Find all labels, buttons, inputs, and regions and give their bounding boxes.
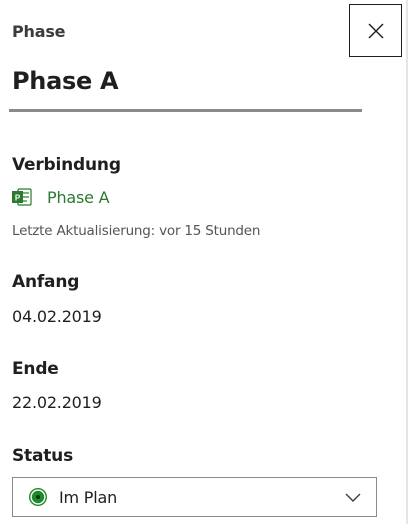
ms-project-icon: P: [12, 188, 32, 206]
status-label: Status: [12, 446, 73, 466]
pane-header-label: Phase: [12, 22, 66, 41]
connection-link[interactable]: P Phase A: [12, 186, 110, 208]
start-label: Anfang: [12, 272, 80, 292]
connection-label: Verbindung: [12, 155, 121, 175]
status-selected-value: Im Plan: [59, 487, 118, 507]
close-icon: [368, 23, 383, 38]
status-on-track-icon: [29, 488, 47, 506]
end-label: Ende: [12, 359, 59, 379]
close-button[interactable]: [349, 4, 402, 57]
chevron-down-icon: [345, 493, 361, 502]
page-title: Phase A: [12, 67, 119, 95]
connection-link-text: Phase A: [47, 187, 110, 207]
status-dropdown[interactable]: Im Plan: [12, 477, 377, 517]
last-update-text: Letzte Aktualisierung: vor 15 Stunden: [12, 223, 261, 239]
title-field[interactable]: Phase A: [9, 62, 362, 112]
end-value: 22.02.2019: [12, 393, 102, 412]
start-value: 04.02.2019: [12, 307, 102, 326]
svg-text:P: P: [15, 194, 21, 203]
